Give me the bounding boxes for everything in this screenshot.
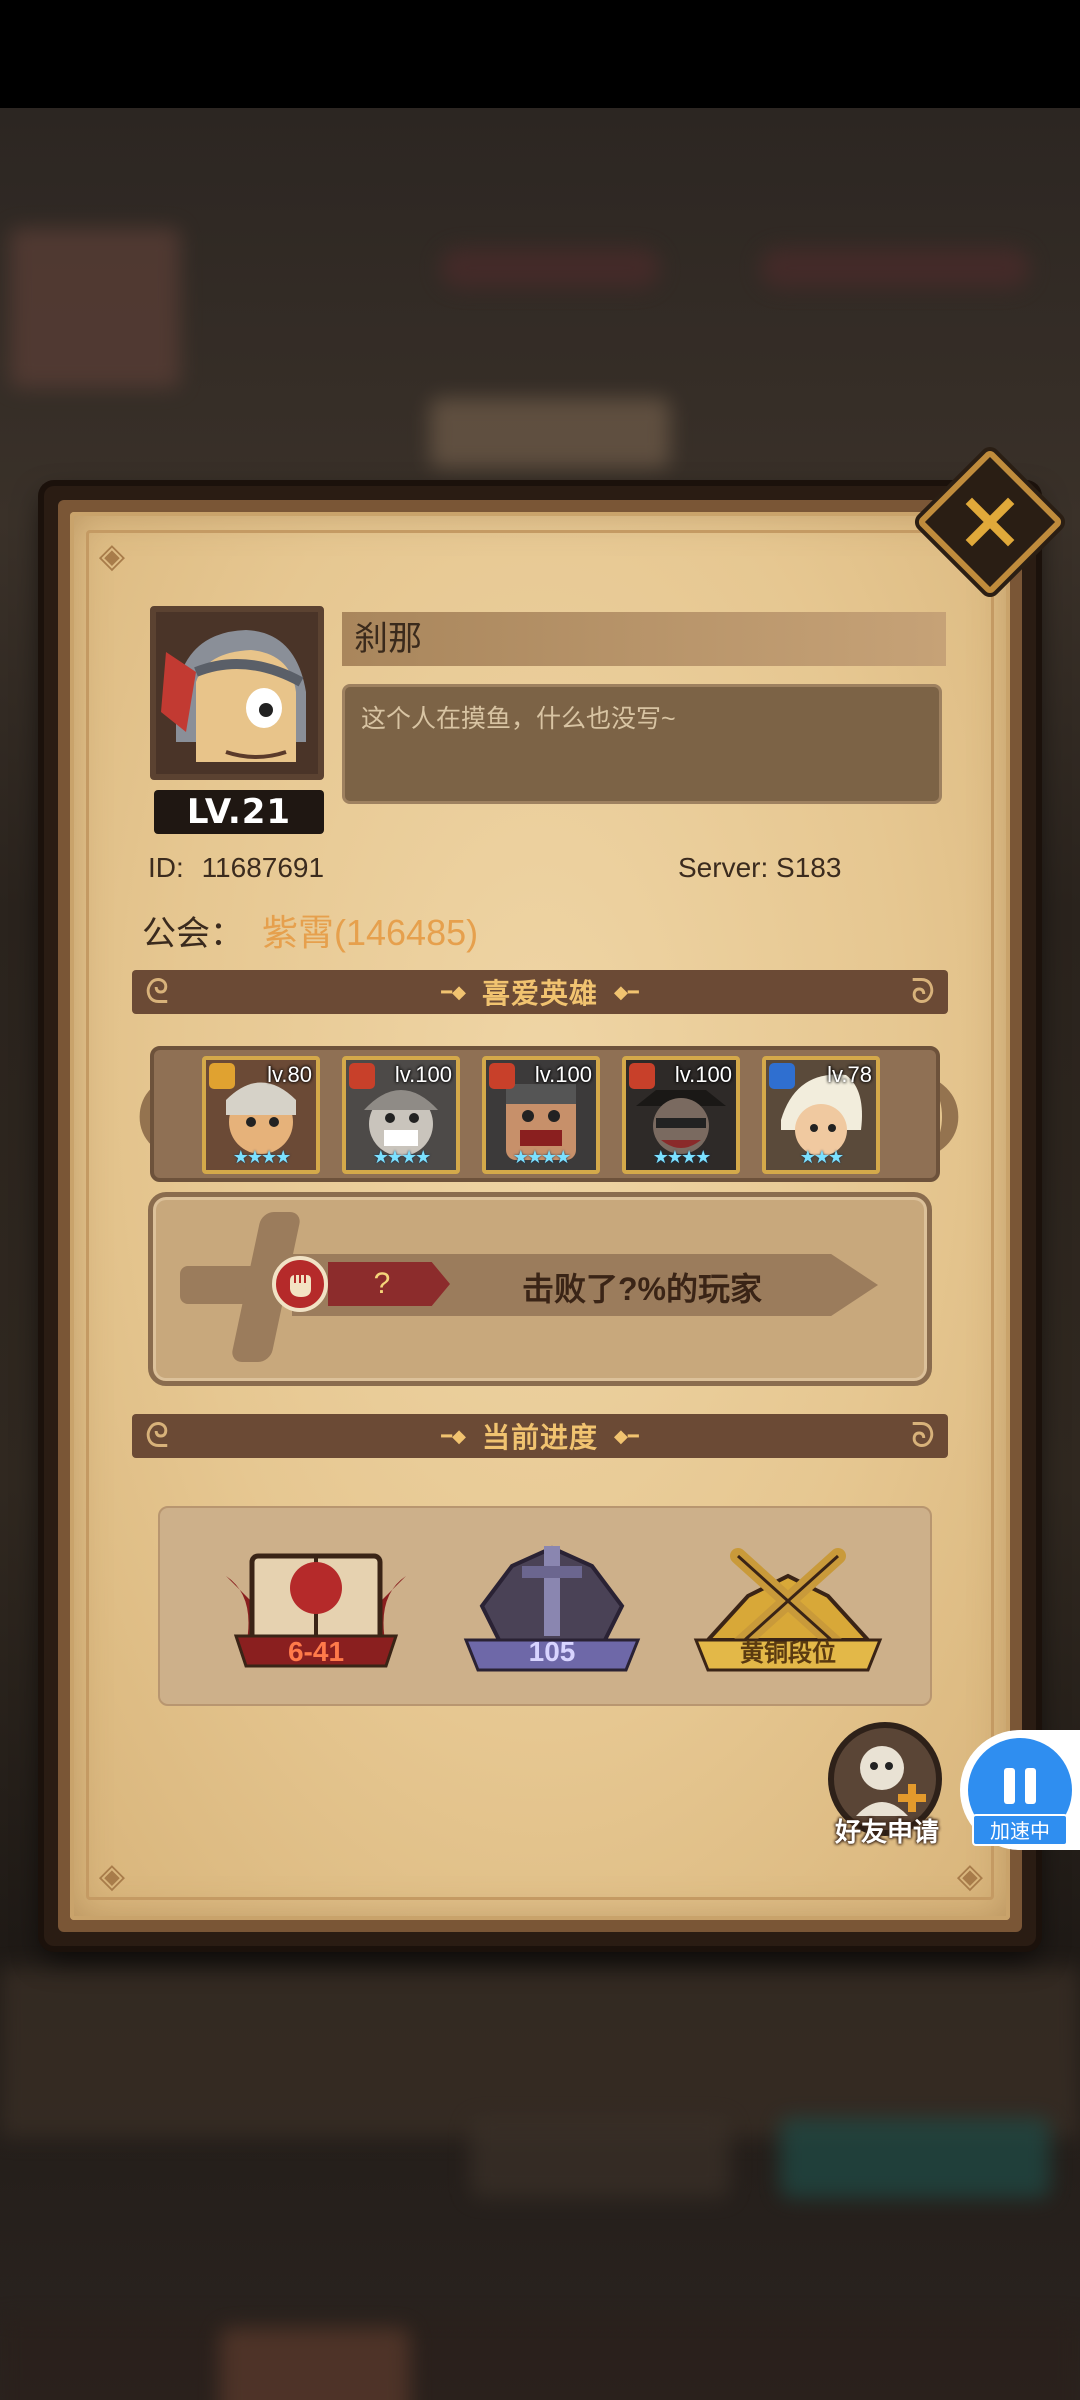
background-resource-bar [760, 248, 1030, 288]
hero-level: lv.100 [394, 1062, 452, 1087]
background-resource-bar [440, 248, 660, 288]
tower-progress-badge[interactable]: 105 [452, 1536, 652, 1676]
hero-stars: ★★★★ [372, 1147, 432, 1167]
hero-level: lv.100 [534, 1062, 592, 1087]
hero-element-icon [769, 1063, 795, 1089]
hero-level: lv.78 [827, 1062, 872, 1087]
hero-card[interactable]: lv.80 ★★★★ [202, 1056, 320, 1174]
player-name: 刹那 [342, 612, 946, 666]
tower-label: 105 [528, 1636, 576, 1667]
hero-card[interactable]: lv.100 ★★★★ [622, 1056, 740, 1174]
header-scroll-left-icon: ᘓ [145, 1417, 169, 1455]
background-title [430, 398, 670, 468]
rank-label: 黄铜段位 [740, 1640, 836, 1667]
stage-progress-badge[interactable]: 6-41 [216, 1536, 416, 1676]
rank-progress-badge[interactable]: 黄铜段位 [688, 1536, 888, 1676]
player-level-badge: LV.21 [154, 790, 324, 834]
hero-element-icon [349, 1063, 375, 1089]
favorite-heroes-header: ᘓ ━◆ 喜爱英雄 ◆━ ᘐ [132, 970, 948, 1014]
background-avatar [10, 228, 180, 388]
header-dash-icon: ◆━ [614, 1425, 639, 1446]
guild-label: 公会： [142, 915, 244, 953]
corner-ornament-icon: ◈ [98, 1857, 126, 1895]
corner-ornament-icon: ◈ [98, 537, 126, 575]
defeat-percent-tag: ? [328, 1262, 450, 1306]
current-progress-title: 当前进度 [481, 1422, 598, 1453]
background-panel [0, 1968, 1080, 2138]
background-tab-selected [220, 2328, 410, 2400]
avatar-portrait-icon [156, 612, 318, 774]
hero-element-icon [489, 1063, 515, 1089]
background-tab-bar [0, 2318, 1080, 2400]
header-scroll-left-icon: ᘓ [145, 973, 169, 1011]
player-id-value: 11687691 [201, 852, 325, 883]
hero-level: lv.80 [267, 1062, 312, 1087]
player-signature: 这个人在摸鱼，什么也没写~ [342, 684, 942, 804]
hero-element-icon [209, 1063, 235, 1089]
hero-card[interactable]: lv.78 ★★★ [762, 1056, 880, 1174]
header-dash-icon: ◆━ [614, 981, 639, 1002]
favorite-heroes-title: 喜爱英雄 [481, 978, 598, 1009]
server-label: Server: S183 [678, 852, 842, 883]
background-button [780, 2118, 1050, 2198]
hero-card[interactable]: lv.100 ★★★★ [482, 1056, 600, 1174]
hero-stars: ★★★★ [232, 1147, 292, 1167]
corner-ornament-icon: ◈ [956, 1857, 984, 1895]
current-progress-header: ᘓ ━◆ 当前进度 ◆━ ᘐ [132, 1414, 948, 1458]
header-dash-icon: ━◆ [441, 1425, 466, 1446]
accelerator-label: 加速中 [972, 1814, 1068, 1846]
hero-card[interactable]: lv.100 ★★★★ [342, 1056, 460, 1174]
stage-label: 6-41 [287, 1636, 345, 1667]
defeat-text: 击败了?%的玩家 [522, 1271, 763, 1307]
hero-stars: ★★★★ [512, 1147, 572, 1167]
hero-element-icon [629, 1063, 655, 1089]
hero-level: lv.100 [674, 1062, 732, 1087]
hero-stars: ★★★ [799, 1147, 844, 1167]
fist-icon [272, 1256, 328, 1312]
header-scroll-right-icon: ᘐ [911, 973, 935, 1011]
guild-name[interactable]: 紫霄(146485) [262, 904, 478, 956]
header-scroll-right-icon: ᘐ [911, 1417, 935, 1455]
close-icon[interactable] [938, 470, 1042, 574]
header-dash-icon: ━◆ [441, 981, 466, 1002]
background-button [470, 2118, 730, 2198]
player-id: ID: 11687691 [148, 852, 324, 884]
player-avatar[interactable] [150, 606, 324, 780]
friend-request-label[interactable]: 好友申请 [822, 1812, 952, 1849]
hero-stars: ★★★★ [652, 1147, 712, 1167]
status-bar [0, 0, 1080, 108]
player-id-label: ID: [148, 852, 184, 883]
